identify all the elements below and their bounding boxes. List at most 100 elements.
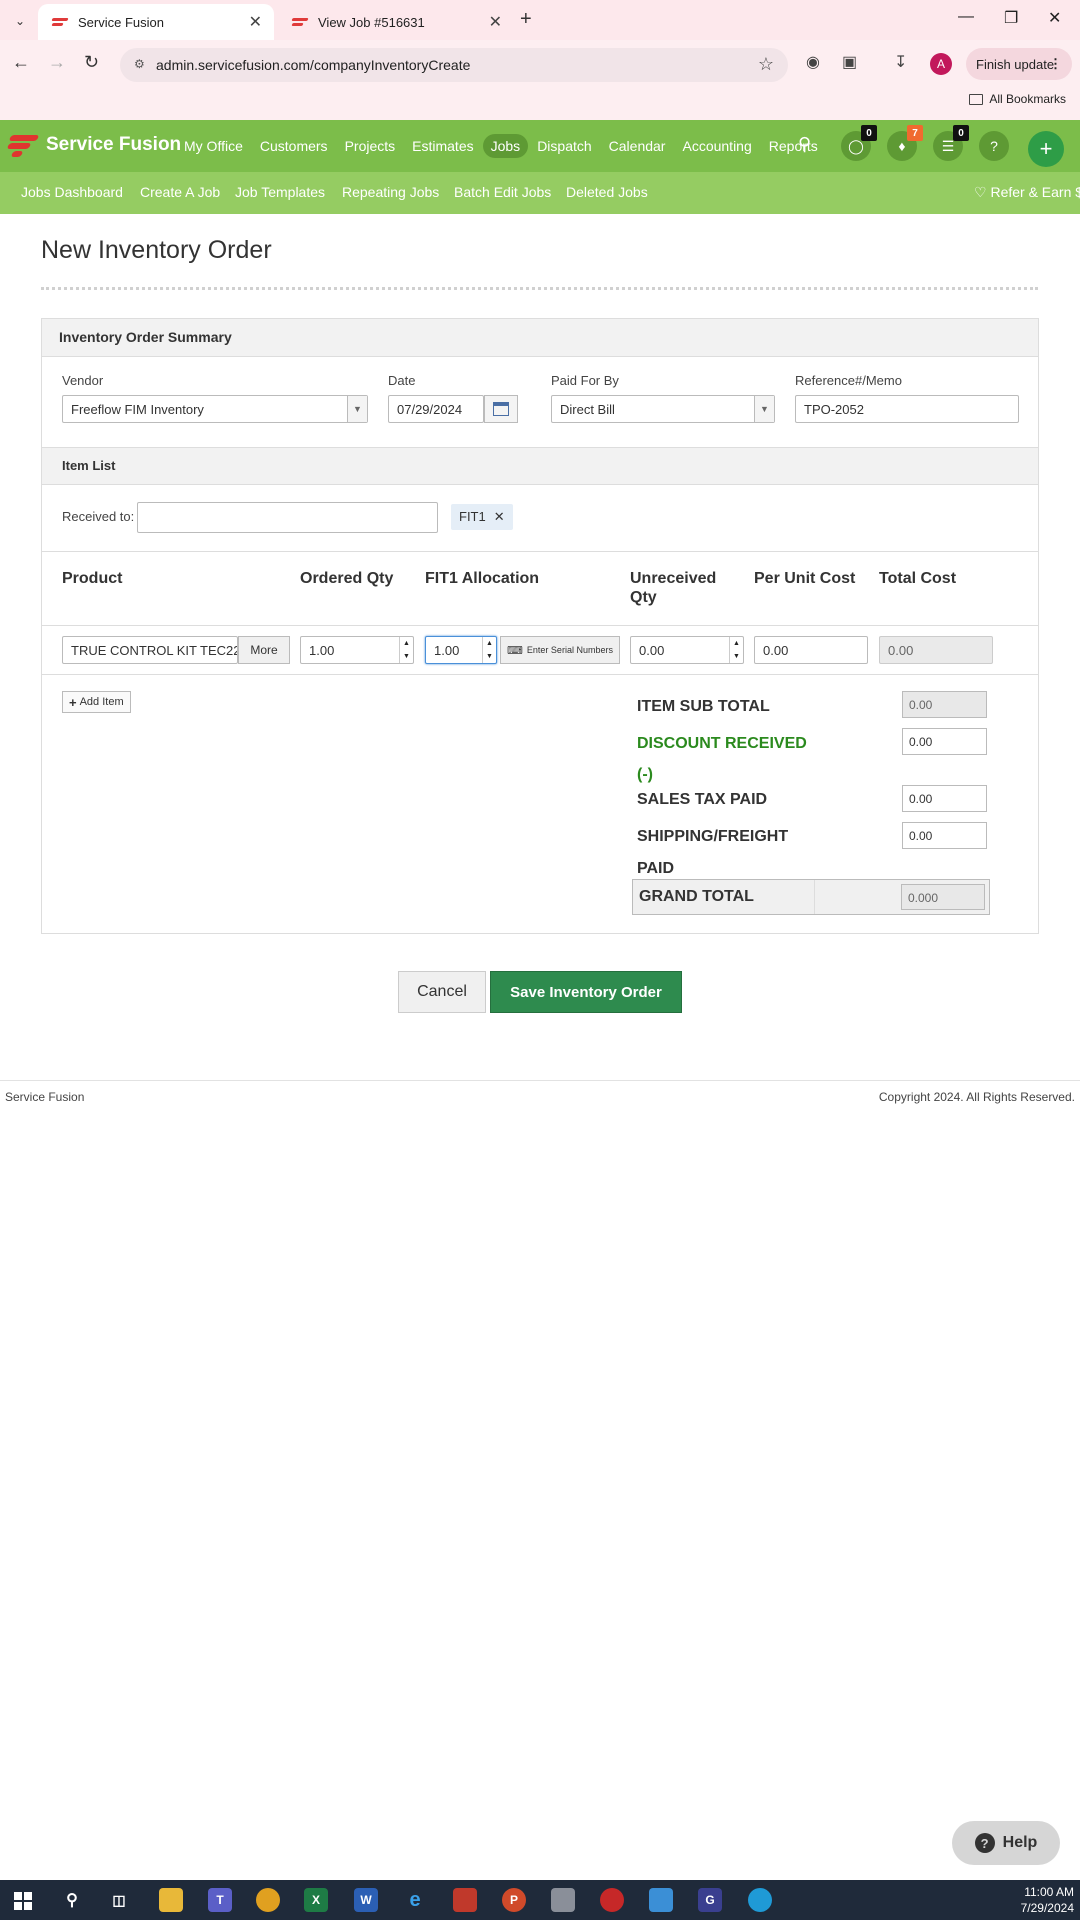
all-bookmarks-button[interactable]: All Bookmarks bbox=[969, 92, 1066, 106]
app-icon[interactable] bbox=[453, 1888, 477, 1912]
nav-my-office[interactable]: My Office bbox=[176, 134, 251, 158]
download-icon[interactable]: ↧ bbox=[894, 52, 907, 72]
add-item-button[interactable]: + Add Item bbox=[62, 691, 131, 713]
unreceived-qty-input[interactable]: 0.00 ▲ ▼ bbox=[630, 636, 744, 664]
tab-view-job[interactable]: View Job #516631 ✕ bbox=[278, 4, 514, 40]
app-icon[interactable] bbox=[649, 1888, 673, 1912]
service-fusion-logo[interactable]: Service Fusion bbox=[6, 132, 181, 158]
subnav-jobs-dashboard[interactable]: Jobs Dashboard bbox=[21, 184, 123, 200]
finish-update-label: Finish update bbox=[976, 56, 1055, 72]
stepper-icon[interactable]: ▲ ▼ bbox=[482, 637, 496, 663]
nav-accounting[interactable]: Accounting bbox=[674, 134, 759, 158]
per-unit-cost-input[interactable]: 0.00 bbox=[754, 636, 868, 664]
received-to-input[interactable] bbox=[137, 502, 438, 533]
product-input[interactable]: TRUE CONTROL KIT TEC22 I bbox=[62, 636, 238, 664]
refer-earn-link[interactable]: ♡ Refer & Earn $ bbox=[974, 184, 1080, 201]
nav-reports[interactable]: Reports bbox=[761, 134, 826, 158]
window-close-icon[interactable]: ✕ bbox=[1048, 8, 1061, 28]
word-icon[interactable]: W bbox=[354, 1888, 378, 1912]
shipping-input[interactable]: 0.00 bbox=[902, 822, 987, 849]
edge-icon[interactable] bbox=[748, 1888, 772, 1912]
discount-label: DISCOUNT RECEIVED bbox=[637, 735, 807, 752]
stepper-icon[interactable]: ▲ ▼ bbox=[729, 637, 743, 663]
clock-time: 11:00 AM bbox=[1024, 1885, 1074, 1899]
sales-tax-input[interactable]: 0.00 bbox=[902, 785, 987, 812]
bell-icon[interactable]: ♦ 7 bbox=[887, 125, 923, 161]
discount-input[interactable]: 0.00 bbox=[902, 728, 987, 755]
internet-explorer-icon[interactable]: e bbox=[403, 1888, 427, 1912]
nav-dispatch[interactable]: Dispatch bbox=[529, 134, 599, 158]
grand-total-field: 0.000 bbox=[901, 884, 985, 910]
subnav-job-templates[interactable]: Job Templates bbox=[235, 184, 325, 200]
add-new-plus-icon[interactable]: + bbox=[1028, 131, 1064, 167]
date-input[interactable]: 07/29/2024 bbox=[388, 395, 484, 423]
chevron-down-icon: ▼ bbox=[754, 396, 774, 422]
paid-by-select[interactable]: Direct Bill ▼ bbox=[551, 395, 775, 423]
tag-remove-icon[interactable]: ✕ bbox=[494, 509, 505, 525]
app-icon[interactable] bbox=[551, 1888, 575, 1912]
shipping-label-line1: SHIPPING/FREIGHT bbox=[637, 828, 789, 845]
plus-icon: + bbox=[69, 694, 77, 710]
site-info-icon[interactable]: ⚙ bbox=[134, 57, 145, 71]
divider bbox=[42, 551, 1038, 552]
nav-estimates[interactable]: Estimates bbox=[404, 134, 481, 158]
address-bar[interactable]: ⚙ admin.servicefusion.com/companyInvento… bbox=[120, 48, 788, 82]
app-icon[interactable]: G bbox=[698, 1888, 722, 1912]
footer-divider bbox=[0, 1080, 1080, 1081]
forward-icon[interactable]: → bbox=[48, 52, 66, 73]
excel-icon[interactable]: X bbox=[304, 1888, 328, 1912]
task-list-icon[interactable]: ☰ 0 bbox=[933, 125, 969, 161]
vendor-select[interactable]: Freeflow FIM Inventory ▼ bbox=[62, 395, 368, 423]
search-icon[interactable]: ⚲ bbox=[798, 134, 811, 155]
tab-close-icon[interactable]: ✕ bbox=[249, 12, 262, 32]
stepper-icon[interactable]: ▲ ▼ bbox=[399, 637, 413, 663]
reference-input[interactable]: TPO-2052 bbox=[795, 395, 1019, 423]
teams-icon[interactable]: T bbox=[208, 1888, 232, 1912]
help-question-icon: ? bbox=[974, 1833, 995, 1853]
profile-avatar[interactable]: A bbox=[930, 53, 952, 75]
folder-icon bbox=[969, 93, 984, 105]
reload-icon[interactable]: ↻ bbox=[84, 52, 99, 73]
powerpoint-icon[interactable]: P bbox=[502, 1888, 526, 1912]
taskbar-search-icon[interactable]: ⚲ bbox=[60, 1888, 84, 1912]
minimize-icon[interactable]: — bbox=[958, 8, 974, 26]
help-button[interactable]: ? Help bbox=[952, 1821, 1060, 1865]
taskbar-clock[interactable]: 11:00 AM 7/29/2024 bbox=[1021, 1884, 1074, 1916]
finish-update-button[interactable]: Finish update ⋮ bbox=[966, 48, 1072, 80]
subnav-deleted-jobs[interactable]: Deleted Jobs bbox=[566, 184, 648, 200]
file-explorer-icon[interactable] bbox=[159, 1888, 183, 1912]
nav-calendar[interactable]: Calendar bbox=[601, 134, 674, 158]
save-inventory-order-button[interactable]: Save Inventory Order bbox=[490, 971, 682, 1013]
enter-serial-numbers-button[interactable]: ⌨ Enter Serial Numbers bbox=[500, 636, 620, 664]
chrome-icon[interactable] bbox=[256, 1888, 280, 1912]
more-button[interactable]: More bbox=[238, 636, 290, 664]
chat-badge: 0 bbox=[861, 125, 877, 141]
subnav-create-job[interactable]: Create A Job bbox=[140, 184, 220, 200]
chrome-profile-icon[interactable] bbox=[600, 1888, 624, 1912]
calendar-button[interactable] bbox=[484, 395, 518, 423]
task-view-icon[interactable]: ◫ bbox=[107, 1888, 131, 1912]
windows-start-icon[interactable] bbox=[14, 1892, 32, 1910]
refer-earn-label: Refer & Earn $ bbox=[990, 184, 1080, 200]
nav-projects[interactable]: Projects bbox=[337, 134, 404, 158]
tab-close-icon[interactable]: ✕ bbox=[489, 12, 502, 32]
extensions-puzzle-icon[interactable]: ▣ bbox=[842, 52, 857, 72]
keyboard-icon: ⌨ bbox=[507, 644, 523, 657]
subnav-repeating-jobs[interactable]: Repeating Jobs bbox=[342, 184, 439, 200]
restore-icon[interactable]: ❐ bbox=[1004, 8, 1018, 28]
ordered-qty-input[interactable]: 1.00 ▲ ▼ bbox=[300, 636, 414, 664]
subnav-batch-edit-jobs[interactable]: Batch Edit Jobs bbox=[454, 184, 551, 200]
bookmark-star-icon[interactable]: ☆ bbox=[758, 54, 774, 75]
back-icon[interactable]: ← bbox=[12, 52, 30, 73]
help-question-icon[interactable]: ? bbox=[979, 131, 1009, 161]
new-tab-icon[interactable]: + bbox=[520, 8, 532, 31]
reference-label: Reference#/Memo bbox=[795, 373, 902, 388]
tab-service-fusion[interactable]: Service Fusion ✕ bbox=[38, 4, 274, 40]
allocation-input[interactable]: 1.00 ▲ ▼ bbox=[425, 636, 497, 664]
tab-search-chevron-icon[interactable]: ⌄ bbox=[8, 10, 32, 32]
cookie-extension-icon[interactable]: ◉ bbox=[806, 52, 820, 72]
nav-customers[interactable]: Customers bbox=[252, 134, 336, 158]
chat-icon[interactable]: ◯ 0 bbox=[841, 125, 877, 161]
cancel-button[interactable]: Cancel bbox=[398, 971, 486, 1013]
nav-jobs[interactable]: Jobs bbox=[482, 134, 529, 158]
